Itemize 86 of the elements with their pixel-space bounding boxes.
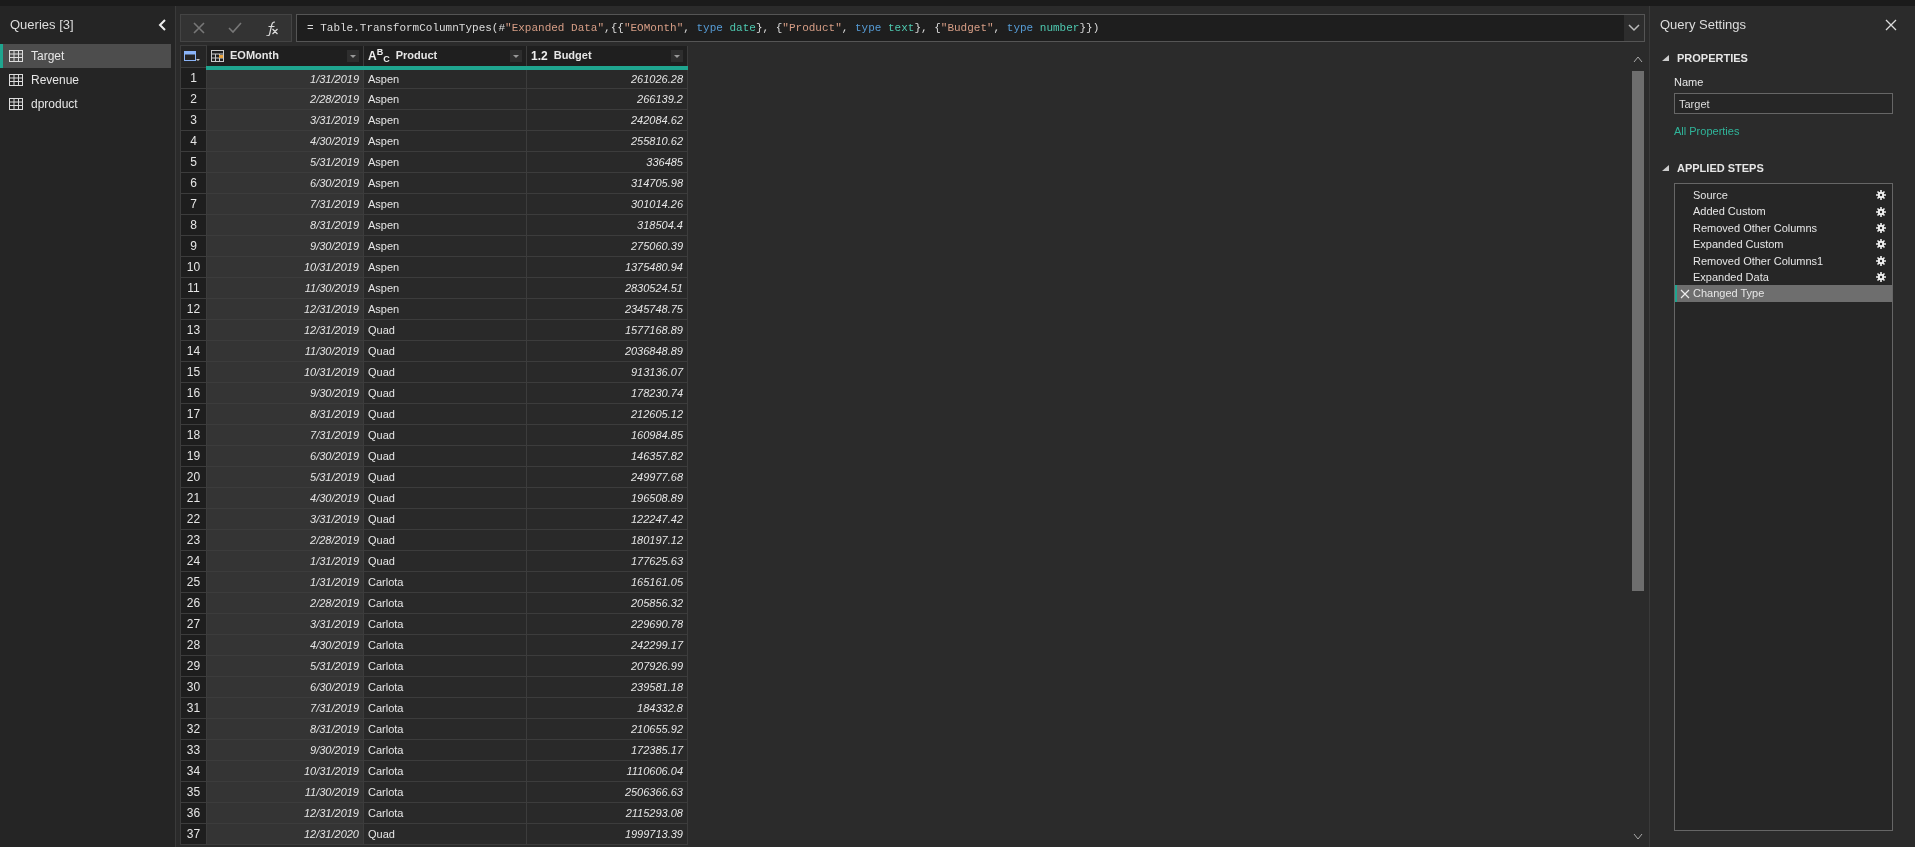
row-number: 27 (180, 613, 207, 635)
row-number: 35 (180, 781, 207, 803)
applied-step[interactable]: Added Custom (1675, 203, 1892, 220)
dropdown-icon[interactable] (1624, 15, 1644, 41)
row-number: 8 (180, 214, 207, 236)
row-number: 30 (180, 676, 207, 698)
dropdown-icon[interactable] (510, 49, 522, 62)
row-number: 23 (180, 529, 207, 551)
row-number: 11 (180, 277, 207, 299)
table-icon[interactable] (184, 50, 200, 63)
row-number: 37 (180, 823, 207, 845)
row-number: 3 (180, 109, 207, 131)
collapse-icon[interactable] (1662, 55, 1669, 62)
panel-title: Query Settings (1660, 16, 1746, 35)
row-number: 6 (180, 172, 207, 194)
row-number: 4 (180, 130, 207, 152)
query-item[interactable]: Target (0, 44, 171, 68)
applied-step[interactable]: Removed Other Columns1 (1675, 252, 1892, 269)
row-number: 14 (180, 340, 207, 362)
close-icon[interactable] (1885, 19, 1897, 31)
applied-step[interactable]: Expanded Data (1675, 268, 1892, 286)
query-item[interactable]: dproduct (0, 92, 171, 116)
row-number: 17 (180, 403, 207, 425)
all-properties-link[interactable]: All Properties (1674, 123, 1740, 140)
row-number: 26 (180, 592, 207, 614)
gear-icon[interactable] (1876, 255, 1886, 266)
field-label: Name (1674, 74, 1705, 90)
row-number: 28 (180, 634, 207, 656)
applied-step[interactable]: Expanded Custom (1675, 236, 1892, 253)
gear-icon[interactable] (1876, 206, 1886, 217)
row-number: 9 (180, 235, 207, 257)
row-number: 36 (180, 802, 207, 824)
row-number: 32 (180, 718, 207, 740)
row-number: 34 (180, 760, 207, 782)
check-icon[interactable] (227, 21, 243, 35)
gear-icon[interactable] (1876, 272, 1886, 283)
gear-icon[interactable] (1876, 222, 1886, 233)
section-heading: PROPERTIES (1677, 51, 1748, 66)
scroll-down-icon[interactable] (1633, 833, 1643, 841)
row-number: 12 (180, 298, 207, 320)
column-header[interactable]: EOMonth (206, 45, 364, 68)
applied-step[interactable]: Source (1675, 187, 1892, 204)
row-number: 13 (180, 319, 207, 341)
column-header[interactable]: 1.2 Budget (526, 45, 688, 68)
gear-icon[interactable] (1876, 190, 1886, 201)
row-number: 16 (180, 382, 207, 404)
row-number: 2 (180, 88, 207, 110)
gear-icon[interactable] (1876, 239, 1886, 250)
function-icon[interactable] (264, 20, 281, 36)
scroll-up-icon[interactable] (1633, 55, 1643, 63)
row-number: 33 (180, 739, 207, 761)
name-field[interactable]: Target (1674, 93, 1893, 114)
row-number: 7 (180, 193, 207, 215)
cancel-icon[interactable] (191, 21, 206, 35)
formula-field[interactable]: = Table.TransformColumnTypes(#"Expanded Data",{{"EOMonth", type date}, {"Product", type text}, {"Budget", type number}}) (296, 14, 1645, 42)
scrollbar-thumb[interactable] (1632, 71, 1644, 591)
row-number: 25 (180, 571, 207, 593)
dropdown-icon[interactable] (347, 49, 359, 62)
section-heading: APPLIED STEPS (1677, 160, 1764, 176)
applied-step[interactable]: Changed Type (1675, 285, 1892, 302)
table-select-button[interactable] (180, 45, 207, 68)
row-number: 15 (180, 361, 207, 383)
calendar-table-icon (211, 49, 224, 62)
row-number: 22 (180, 508, 207, 530)
row-number: 21 (180, 487, 207, 509)
collapse-icon[interactable] (157, 19, 167, 31)
row-number: 5 (180, 151, 207, 173)
row-number: 20 (180, 466, 207, 488)
dropdown-icon[interactable] (671, 49, 683, 62)
row-number: 31 (180, 697, 207, 719)
row-number: 1 (180, 67, 207, 89)
table-icon (9, 98, 23, 110)
query-item[interactable]: Revenue (0, 68, 171, 92)
queries-title: Queries [3] (10, 16, 74, 35)
row-number: 10 (180, 256, 207, 278)
delete-icon[interactable] (1680, 288, 1690, 299)
applied-step[interactable]: Removed Other Columns (1675, 219, 1892, 237)
row-number: 19 (180, 445, 207, 467)
row-number: 29 (180, 655, 207, 677)
row-number: 24 (180, 550, 207, 572)
type-label[interactable]: 1.2 (531, 46, 548, 65)
column-header[interactable]: A$^{B}$$_{C}$ Product (363, 45, 527, 68)
row-number: 18 (180, 424, 207, 446)
table-icon (9, 50, 23, 62)
table-icon (9, 74, 23, 86)
collapse-icon[interactable] (1662, 164, 1669, 171)
